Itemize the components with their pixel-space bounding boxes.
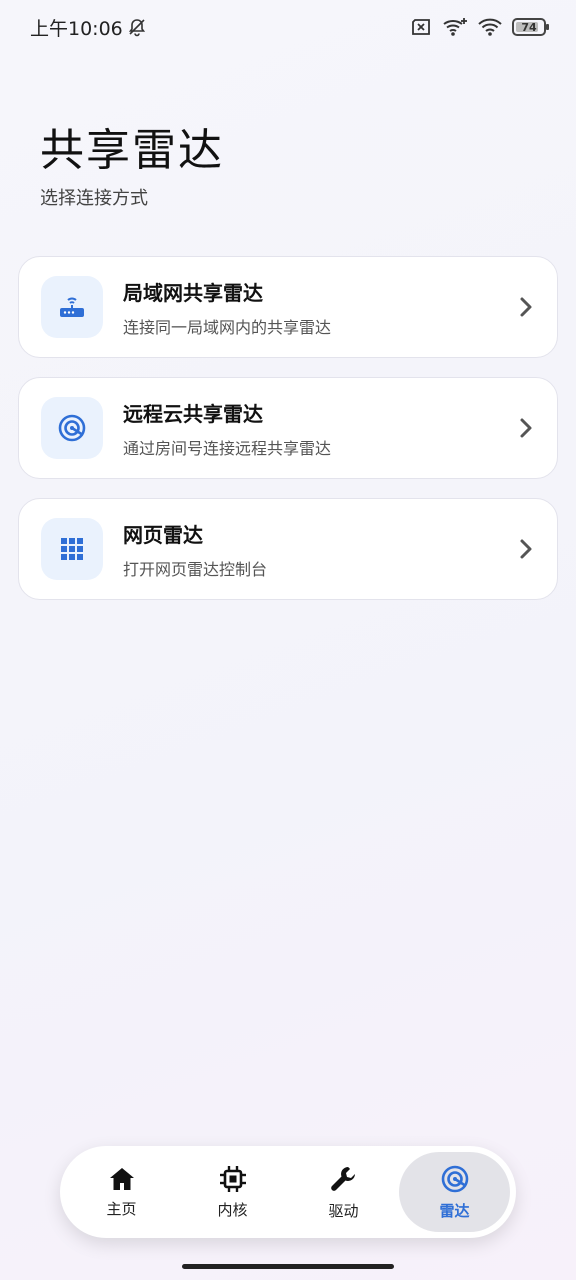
home-indicator[interactable] [182, 1264, 394, 1269]
chevron-right-icon [520, 297, 532, 317]
battery-indicator: 74 [512, 18, 549, 36]
nav-item-kernel[interactable]: 内核 [177, 1152, 288, 1232]
grid-icon [61, 538, 83, 560]
wifi-plus-icon [443, 18, 467, 36]
option-text: 网页雷达 打开网页雷达控制台 [123, 519, 535, 580]
option-web-radar[interactable]: 网页雷达 打开网页雷达控制台 [18, 498, 558, 600]
option-icon-box [41, 397, 103, 459]
chip-icon [219, 1165, 246, 1192]
status-left: 上午10:06 [30, 14, 147, 41]
option-description: 通过房间号连接远程共享雷达 [123, 438, 332, 458]
page-title: 共享雷达 [40, 125, 224, 176]
option-title: 局域网共享雷达 [123, 280, 263, 305]
radar-icon [58, 414, 86, 442]
nav-item-radar[interactable]: 雷达 [399, 1152, 510, 1232]
nav-item-home[interactable]: 主页 [66, 1152, 177, 1232]
status-time: 上午10:06 [30, 17, 123, 40]
status-bar: 上午10:06 74 [0, 0, 576, 54]
home-icon [109, 1167, 134, 1190]
option-title: 网页雷达 [123, 522, 203, 547]
page-header: 共享雷达 选择连接方式 [40, 122, 224, 210]
battery-level: 74 [521, 20, 537, 34]
option-text: 局域网共享雷达 连接同一局域网内的共享雷达 [123, 277, 535, 338]
connection-options: 局域网共享雷达 连接同一局域网内的共享雷达 远程云共享雷达 通过房间号连接远程共… [18, 256, 558, 619]
page-subtitle: 选择连接方式 [40, 188, 148, 209]
bell-off-icon [128, 19, 145, 37]
bottom-nav: 主页 内核 驱动 雷达 [60, 1146, 516, 1238]
wifi-icon [478, 18, 502, 36]
nav-label: 雷达 [439, 1201, 470, 1220]
nav-label: 内核 [217, 1200, 248, 1219]
option-icon-box [41, 518, 103, 580]
option-description: 连接同一局域网内的共享雷达 [123, 317, 332, 337]
radar-icon [441, 1165, 468, 1192]
nav-label: 驱动 [328, 1201, 359, 1220]
nav-item-driver[interactable]: 驱动 [288, 1152, 399, 1232]
option-lan-radar[interactable]: 局域网共享雷达 连接同一局域网内的共享雷达 [18, 256, 558, 358]
option-description: 打开网页雷达控制台 [123, 559, 268, 579]
option-title: 远程云共享雷达 [123, 401, 263, 426]
router-icon [60, 297, 84, 317]
status-right: 74 [410, 17, 549, 37]
option-icon-box [41, 276, 103, 338]
option-cloud-radar[interactable]: 远程云共享雷达 通过房间号连接远程共享雷达 [18, 377, 558, 479]
option-text: 远程云共享雷达 通过房间号连接远程共享雷达 [123, 398, 535, 459]
sim-off-icon [412, 19, 430, 35]
chevron-right-icon [520, 418, 532, 438]
wrench-icon [330, 1166, 355, 1191]
chevron-right-icon [520, 539, 532, 559]
nav-label: 主页 [106, 1199, 137, 1218]
